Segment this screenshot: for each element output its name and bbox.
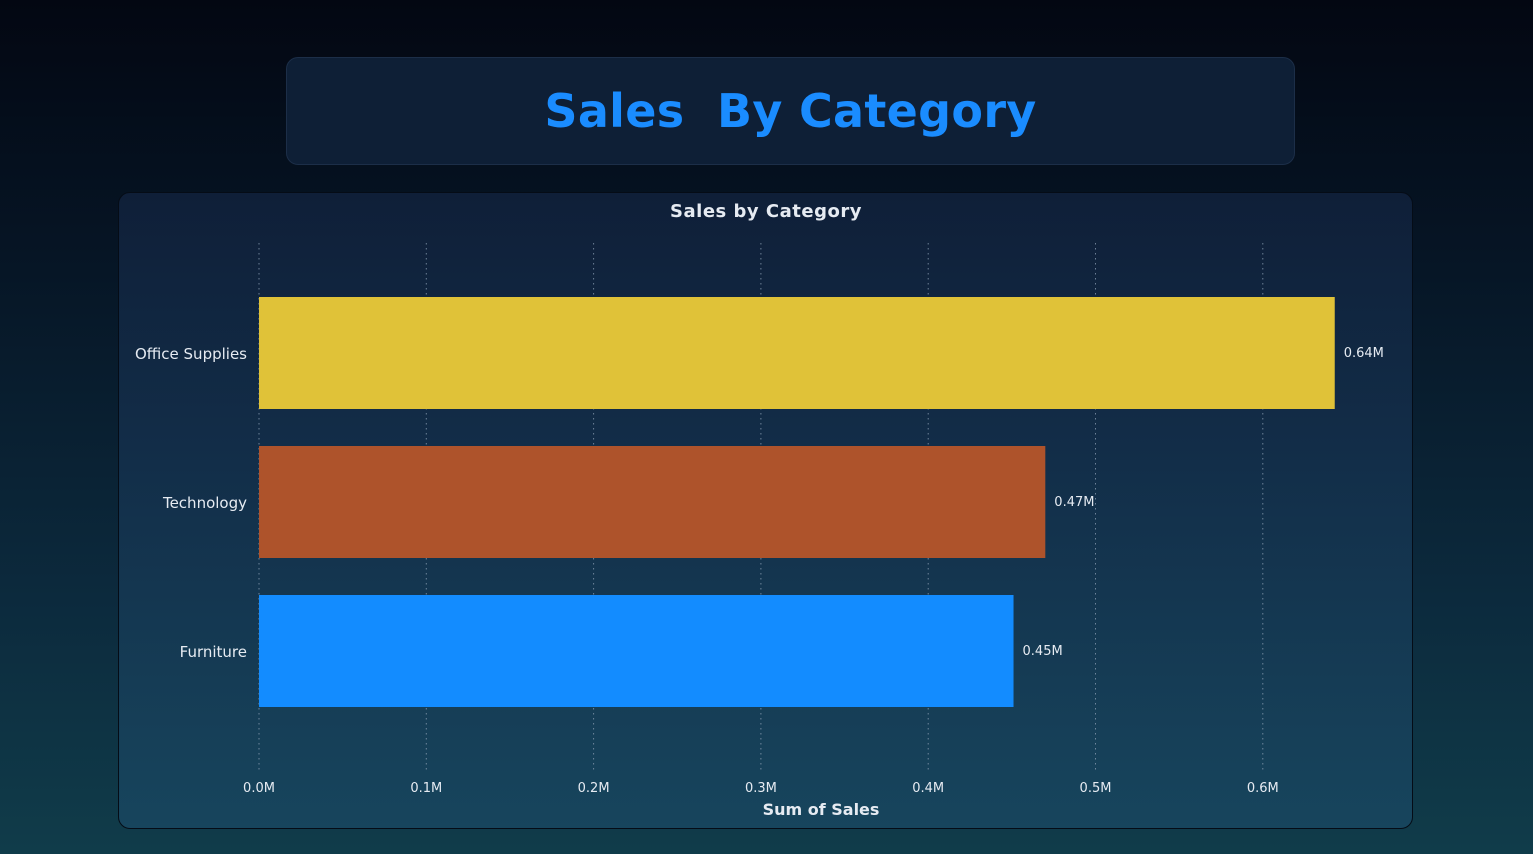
bar-chart: Sales by Category 0.0M 0.1M 0.2M 0.3M 0.4M 0.5… [135,201,1384,819]
title-card: Sales By Category [286,57,1295,165]
y-category-label: Technology [162,494,247,512]
x-axis-title: Sum of Sales [763,800,880,819]
bar [259,446,1046,558]
page-title: Sales By Category [544,84,1037,138]
x-tick-label: 0.1M [410,781,442,796]
y-category-label: Furniture [180,643,247,661]
x-tick-label: 0.5M [1080,781,1112,796]
data-label: 0.45M [1023,644,1063,659]
chart-card: Sales by Category 0.0M 0.1M 0.2M 0.3M 0.4M 0.5… [118,192,1413,829]
y-category-label: Office Supplies [135,345,247,363]
x-tick-label: 0.0M [243,781,275,796]
x-tick-label: 0.2M [578,781,610,796]
data-label: 0.47M [1054,495,1094,510]
bar [259,297,1335,409]
bar [259,595,1014,707]
data-label: 0.64M [1344,346,1384,361]
x-tick-label: 0.3M [745,781,777,796]
x-tick-label: 0.4M [912,781,944,796]
chart-title: Sales by Category [670,201,862,222]
x-tick-label: 0.6M [1247,781,1279,796]
